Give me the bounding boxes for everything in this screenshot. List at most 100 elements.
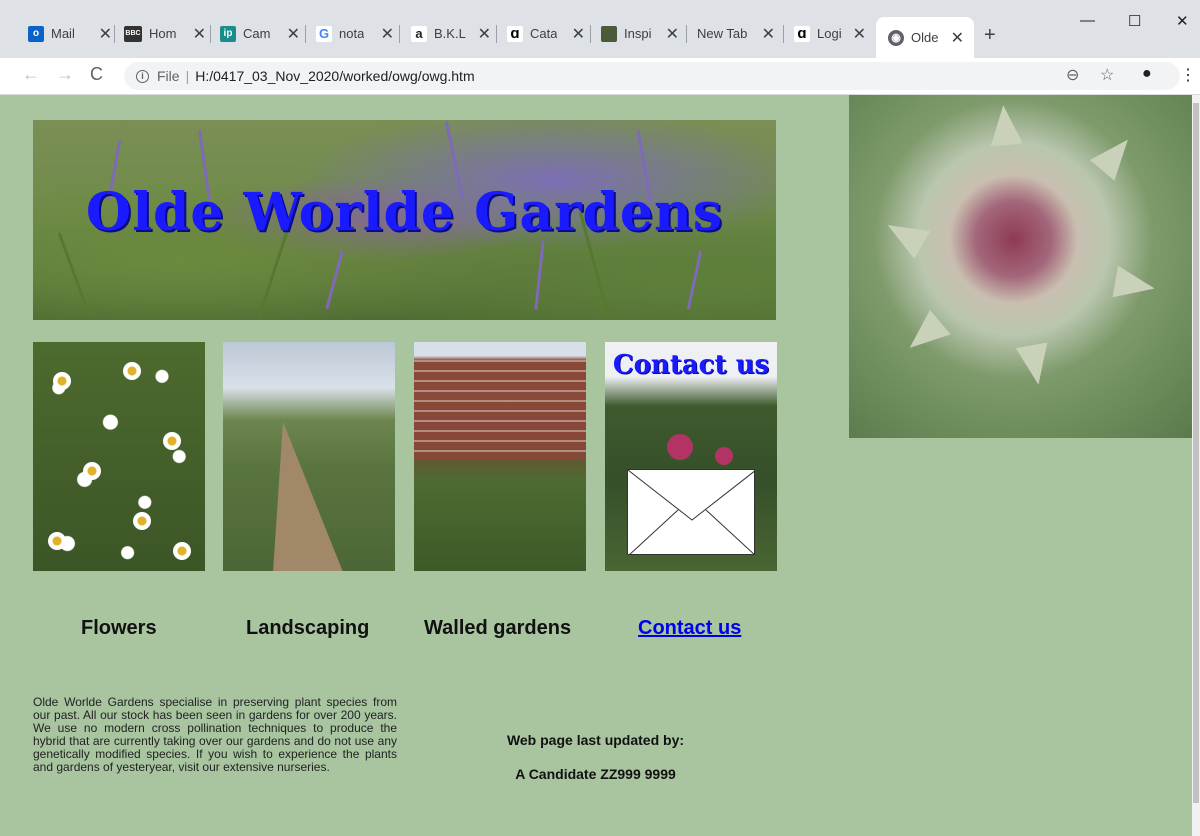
tab-title: Cam <box>243 26 271 41</box>
tab-home[interactable]: BBC Hom ✕ <box>124 17 208 50</box>
tab-title: nota <box>339 26 365 41</box>
artichoke-image <box>849 95 1192 438</box>
tab-title: Olde <box>911 30 939 45</box>
tab-bkl[interactable]: a B.K.L ✕ <box>411 17 493 50</box>
garden-path <box>273 422 343 571</box>
tab-new-tab[interactable]: New Tab ✕ <box>697 17 777 50</box>
close-tab-icon[interactable]: ✕ <box>664 24 681 44</box>
tab-title: Inspi <box>624 26 652 41</box>
envelope-icon <box>627 469 755 555</box>
tab-title: Cata <box>530 26 558 41</box>
petal-shape <box>899 309 951 361</box>
address-bar[interactable]: i File | H:/0417_03_Nov_2020/worked/owg/… <box>124 62 1180 90</box>
updated-by: A Candidate ZZ999 9999 <box>515 766 676 782</box>
daisy-shape <box>48 532 66 550</box>
tab-separator <box>210 25 211 43</box>
tab-cam[interactable]: ip Cam ✕ <box>220 17 302 50</box>
star-icon[interactable]: ☆ <box>1100 65 1114 85</box>
tab-strip: o Mail ✕ BBC Hom ✕ ip Cam ✕ G nota ✕ a B… <box>0 0 1200 58</box>
close-tab-icon[interactable]: ✕ <box>97 24 114 44</box>
tab-separator <box>399 25 400 43</box>
tab-inspi[interactable]: Inspi ✕ <box>601 17 681 50</box>
daisy-shape <box>53 372 71 390</box>
close-tab-icon[interactable]: ✕ <box>476 24 493 44</box>
tab-title: Hom <box>149 26 177 41</box>
forward-icon[interactable]: → <box>56 64 74 85</box>
outlook-icon: o <box>28 25 44 42</box>
close-tab-icon[interactable]: ✕ <box>851 24 868 44</box>
bloom-shape <box>667 434 693 460</box>
close-window-icon[interactable]: ✕ <box>1176 12 1189 30</box>
amazon-icon: a <box>411 25 427 42</box>
reload-icon[interactable]: C <box>90 64 103 85</box>
flower-stroke <box>534 240 545 310</box>
zoom-icon[interactable]: ⊖ <box>1066 65 1079 85</box>
address-separator: | <box>185 68 190 84</box>
daisy-shape <box>83 462 101 480</box>
new-tab-icon[interactable]: + <box>984 24 996 47</box>
close-tab-icon[interactable]: ✕ <box>570 24 587 44</box>
swirl-icon: ɑ <box>794 25 810 42</box>
nav-landscaping[interactable]: Landscaping <box>246 617 369 640</box>
tab-mail[interactable]: o Mail ✕ <box>28 17 114 50</box>
tab-separator <box>783 25 784 43</box>
tab-separator <box>305 25 306 43</box>
landscaping-image[interactable] <box>223 342 395 571</box>
tab-nota[interactable]: G nota ✕ <box>316 17 396 50</box>
scrollbar[interactable] <box>1192 95 1200 836</box>
tab-separator <box>496 25 497 43</box>
daisy-shape <box>163 432 181 450</box>
close-tab-icon[interactable]: ✕ <box>760 24 777 44</box>
banner-title: Olde Worlde Gardens <box>85 182 724 243</box>
address-scheme: File <box>157 68 180 84</box>
petal-shape <box>1015 342 1055 388</box>
tab-separator <box>686 25 687 43</box>
petal-shape <box>1112 265 1158 305</box>
tab-title: Mail <box>51 26 75 41</box>
nav-walled-gardens[interactable]: Walled gardens <box>424 617 571 640</box>
daisy-shape <box>123 362 141 380</box>
close-tab-icon[interactable]: ✕ <box>285 24 302 44</box>
petal-shape <box>1089 129 1141 181</box>
walled-gardens-image[interactable] <box>414 342 586 571</box>
tab-cata[interactable]: ɑ Cata ✕ <box>507 17 587 50</box>
tab-title: B.K.L <box>434 26 466 41</box>
leaf-stroke <box>57 232 92 318</box>
close-tab-icon[interactable]: ✕ <box>949 28 966 48</box>
back-icon[interactable]: ← <box>22 64 40 85</box>
page-viewport: Olde Worlde Gardens Contact us Flowers L… <box>8 95 1192 836</box>
nav-contact-link[interactable]: Contact us <box>638 617 741 640</box>
banner-image: Olde Worlde Gardens <box>33 120 776 320</box>
petal-shape <box>879 211 931 259</box>
close-tab-icon[interactable]: ✕ <box>191 24 208 44</box>
page-left-edge <box>0 95 8 836</box>
contact-image[interactable]: Contact us <box>605 342 777 571</box>
tab-title: Logi <box>817 26 842 41</box>
tab-logi[interactable]: ɑ Logi ✕ <box>794 17 868 50</box>
daisy-shape <box>173 542 191 560</box>
swirl-icon: ɑ <box>507 25 523 42</box>
flower-stroke <box>686 250 703 310</box>
flowers-image[interactable] <box>33 342 205 571</box>
bloom-shape <box>715 447 733 465</box>
ip-icon: ip <box>220 25 236 42</box>
updated-label: Web page last updated by: <box>506 732 685 748</box>
minimize-icon[interactable]: — <box>1080 12 1095 29</box>
tab-separator <box>114 25 115 43</box>
tab-separator <box>590 25 591 43</box>
bbc-icon: BBC <box>124 25 142 42</box>
toolbar: ← → C i File | H:/0417_03_Nov_2020/worke… <box>0 58 1200 95</box>
maximize-icon[interactable]: ☐ <box>1128 12 1141 30</box>
brick-wall <box>414 360 586 460</box>
close-tab-icon[interactable]: ✕ <box>379 24 396 44</box>
google-icon: G <box>316 25 332 42</box>
info-icon[interactable]: i <box>136 69 149 83</box>
thumbnail-icon <box>601 25 617 42</box>
profile-icon[interactable]: ● <box>1142 65 1152 83</box>
tab-active[interactable]: ◉ Olde ✕ <box>876 17 974 58</box>
menu-icon[interactable]: ⋮ <box>1180 65 1196 85</box>
scrollbar-thumb[interactable] <box>1193 103 1199 803</box>
tab-title: New Tab <box>697 26 748 41</box>
nav-flowers[interactable]: Flowers <box>81 617 157 640</box>
globe-icon: ◉ <box>888 29 904 46</box>
